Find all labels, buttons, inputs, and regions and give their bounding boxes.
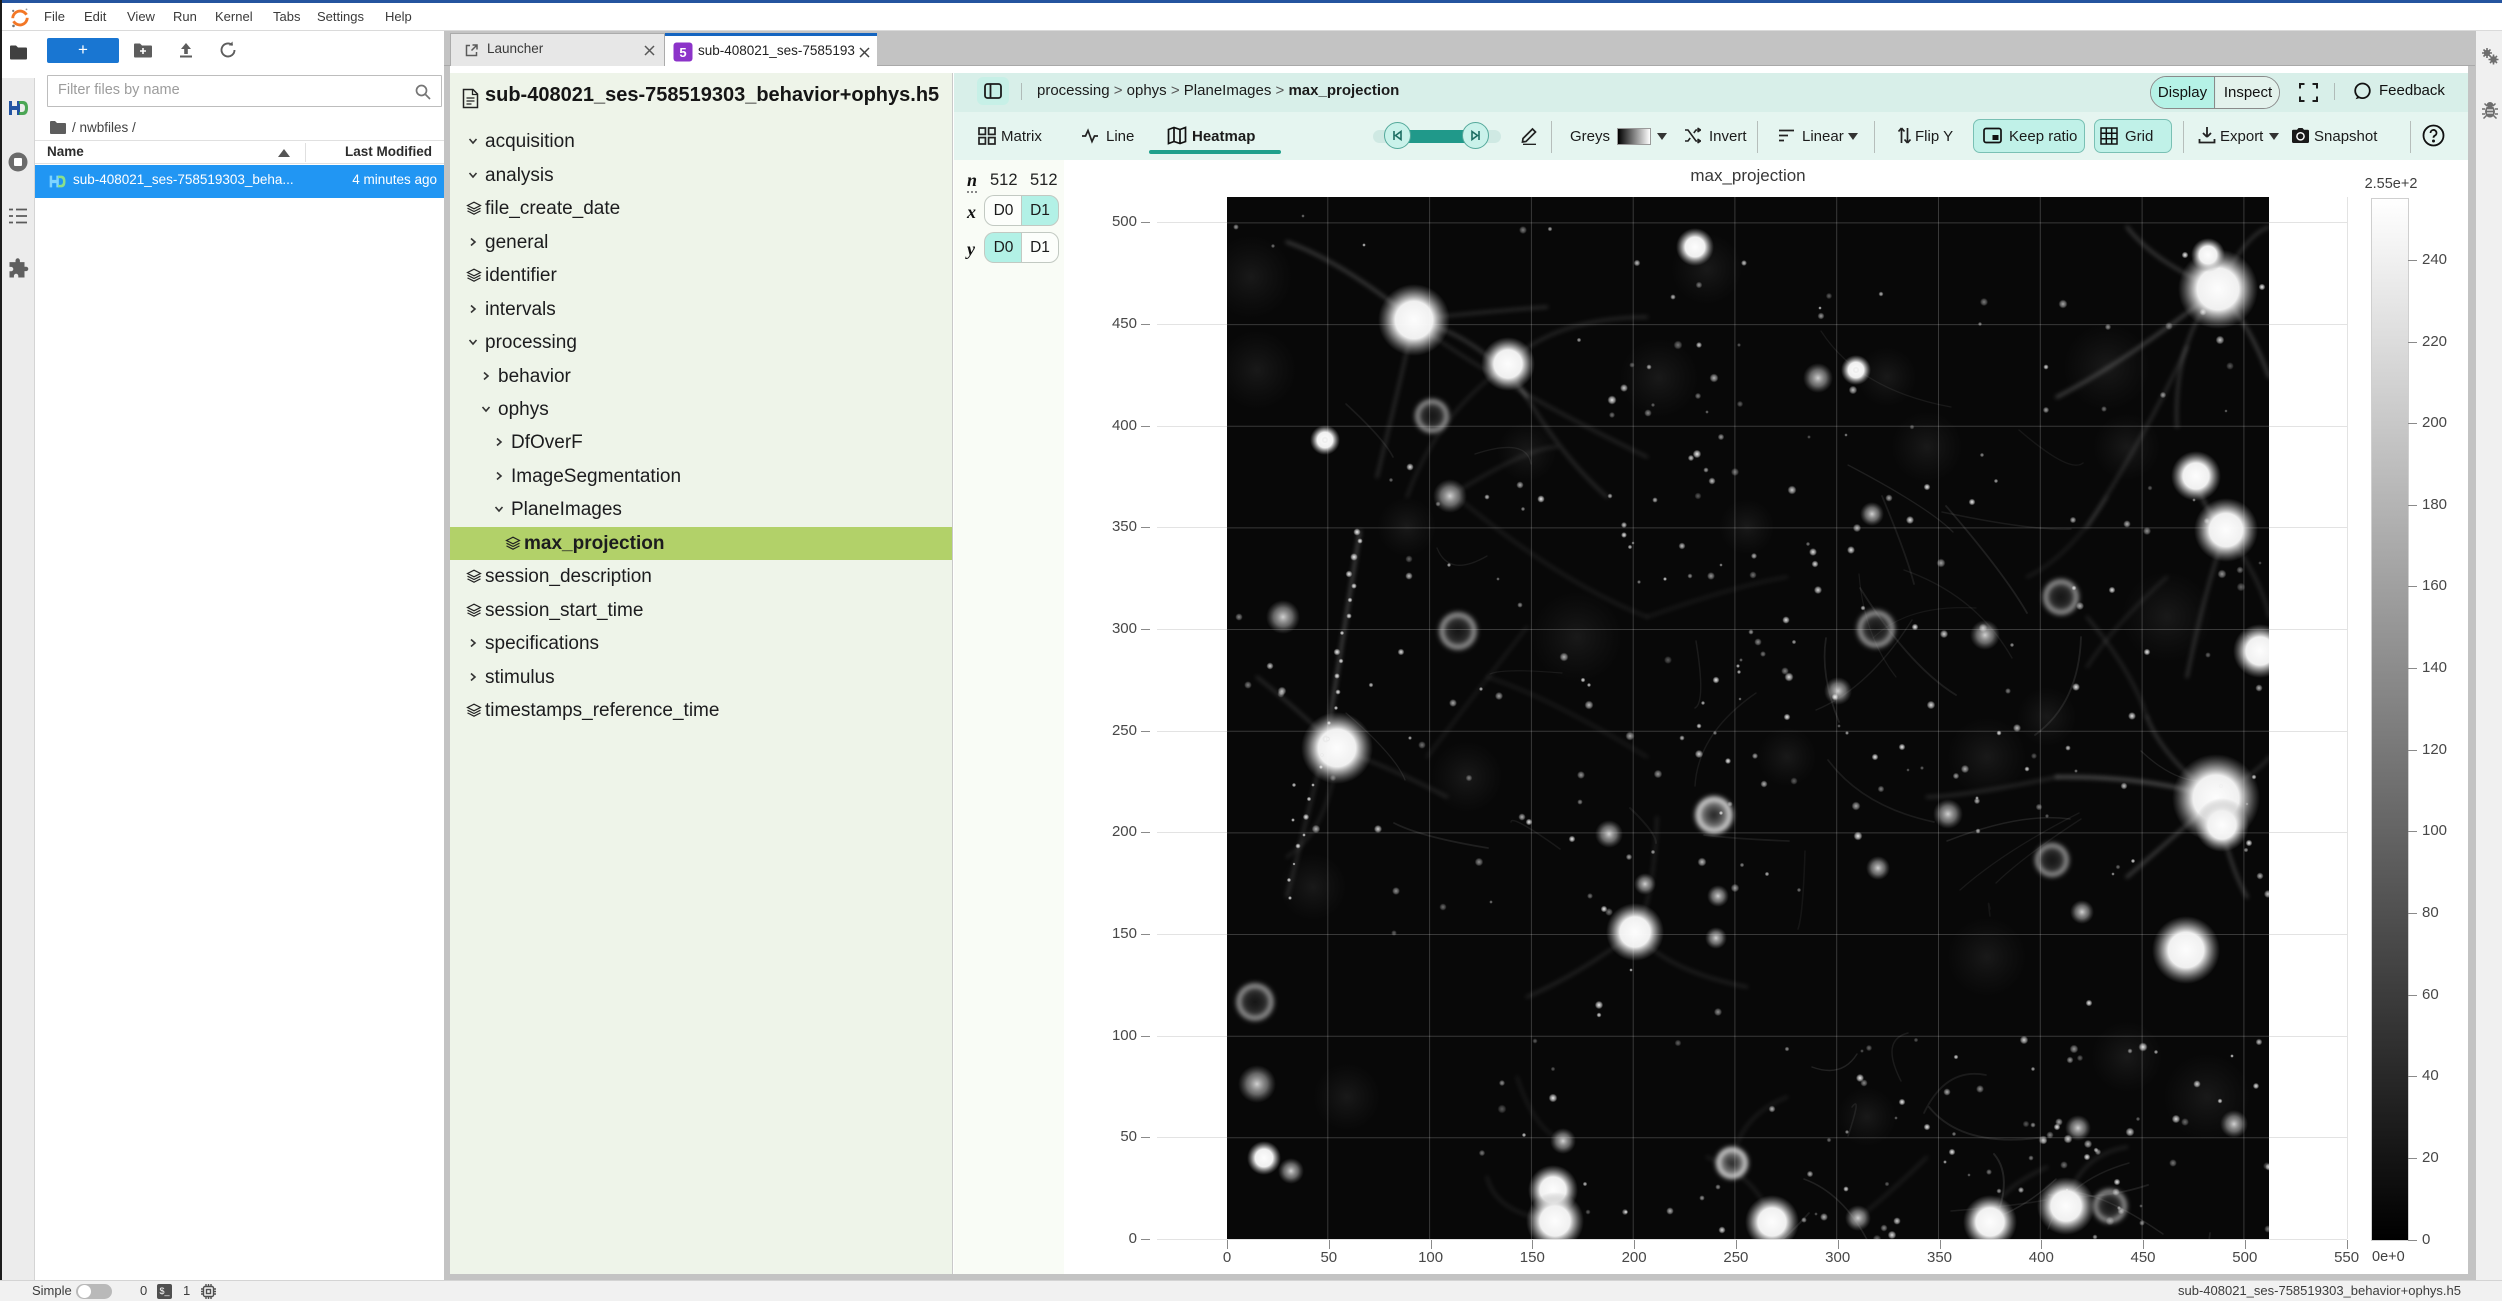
svg-text:5: 5: [679, 45, 686, 60]
